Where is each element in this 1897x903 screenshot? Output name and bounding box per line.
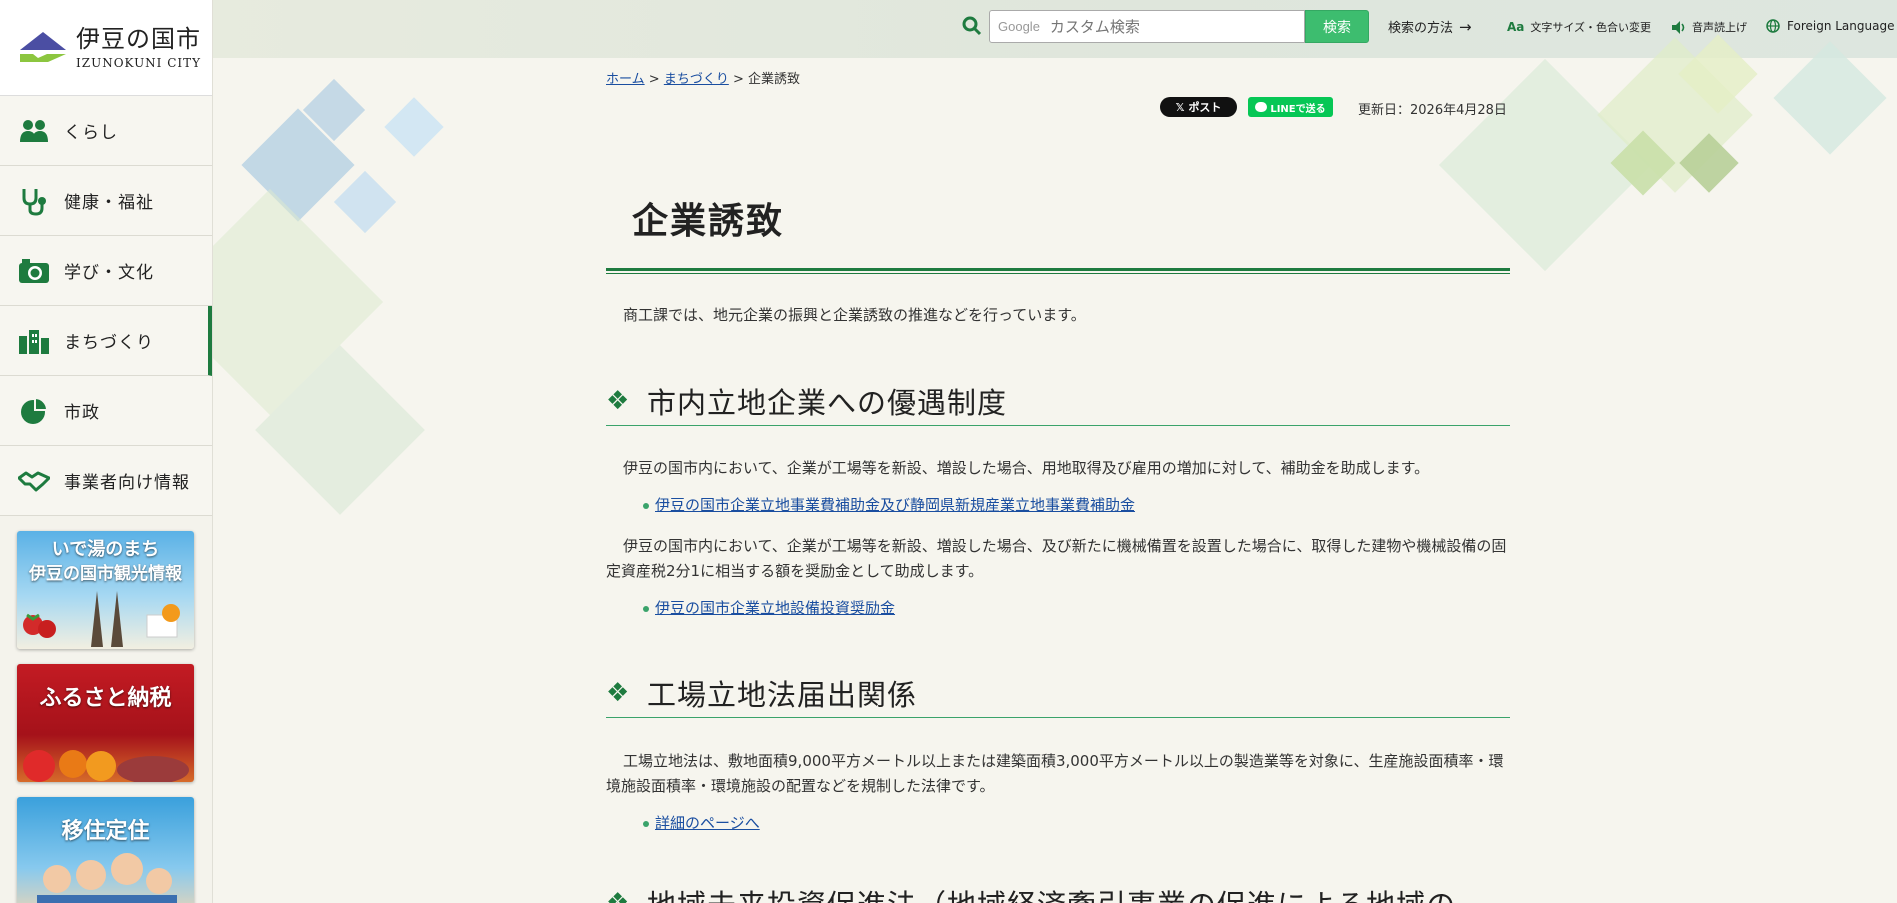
search-input[interactable] <box>1049 17 1290 36</box>
list-item: 伊豆の国市企業立地設備投資奨励金 <box>643 597 895 618</box>
breadcrumb-home-link[interactable]: ホーム <box>606 72 645 87</box>
intro-text: 商工課では、地元企業の振興と企業誘致の推進などを行っています。 <box>623 306 1086 324</box>
section-heading-text: 市内立地企業への優遇制度 <box>647 385 1008 420</box>
stethoscope-icon <box>18 185 50 217</box>
list-item: 詳細のページへ <box>643 812 760 833</box>
font-size-icon: Aa <box>1507 20 1525 34</box>
bullet-icon <box>643 605 649 612</box>
people-icon <box>18 115 50 147</box>
pie-chart-icon <box>18 395 50 427</box>
section-text: 伊豆の国市内において、企業が工場等を新設、増設した場合、及び新たに機械備置を設置… <box>606 537 1507 580</box>
breadcrumb-current: 企業誘致 <box>748 72 801 87</box>
sidebar-item-label: 健康・福祉 <box>64 193 154 213</box>
logo-title: 伊豆の国市 <box>76 24 201 53</box>
text-size-label: 文字サイズ・色合い変更 <box>1530 21 1652 34</box>
arrow-right-icon: → <box>1459 17 1472 36</box>
subsidy-link[interactable]: 伊豆の国市企業立地事業費補助金及び静岡県新規産業立地事業費補助金 <box>655 496 1135 514</box>
foreign-language-link[interactable]: Foreign Language <box>1766 19 1894 33</box>
speaker-icon <box>1672 20 1685 34</box>
breadcrumb-machidukuri-link[interactable]: まちづくり <box>664 72 729 87</box>
line-share-button[interactable]: LINEで送る <box>1248 97 1333 117</box>
diamond-bullet-icon: ❖ <box>606 888 630 903</box>
logo-subtitle: Izunokuni City <box>76 55 202 70</box>
read-aloud-link[interactable]: 音声読上げ <box>1671 19 1747 35</box>
orange-illustration <box>146 604 180 638</box>
sidebar: 伊豆の国市 Izunokuni City くらし 健康・福祉 学び・文化 まちづ… <box>0 0 213 903</box>
section-text: 伊豆の国市内において、企業が工場等を新設、増設した場合、用地取得及び雇用の増加に… <box>623 459 1430 477</box>
decorative-diamond <box>333 170 397 234</box>
furusato-tax-banner[interactable]: ふるさと納税 <box>17 664 194 782</box>
search-box[interactable]: Google <box>989 10 1305 43</box>
details-link[interactable]: 詳細のページへ <box>655 814 760 832</box>
search-button[interactable]: 検索 <box>1305 10 1369 43</box>
handshake-icon <box>18 465 50 497</box>
sidebar-item-label: くらし <box>64 123 118 143</box>
fruit-illustration <box>23 750 189 782</box>
diamond-bullet-icon: ❖ <box>606 385 630 416</box>
text-size-link[interactable]: Aa 文字サイズ・色合い変更 <box>1507 19 1651 35</box>
banner-line: 移住定住 <box>61 818 150 844</box>
tower-illustration <box>91 591 123 647</box>
breadcrumb-separator: > <box>648 72 660 87</box>
decorative-diamond <box>1773 41 1887 155</box>
sidebar-item-label: 市政 <box>64 403 100 423</box>
city-logo-icon <box>20 31 66 62</box>
search-help-label: 検索の方法 <box>1388 21 1454 36</box>
bullet-icon <box>643 820 649 827</box>
section-text: 工場立地法は、敷地面積9,000平方メートル以上または建築面積3,000平方メー… <box>606 752 1504 795</box>
x-share-label: ポスト <box>1188 101 1222 114</box>
sidebar-item-health[interactable]: 健康・福祉 <box>0 166 212 236</box>
sidebar-item-label: まちづくり <box>64 333 154 353</box>
breadcrumb-separator: > <box>732 72 744 87</box>
buildings-icon <box>18 325 50 357</box>
sidebar-item-label: 学び・文化 <box>64 263 154 283</box>
incentive-link[interactable]: 伊豆の国市企業立地設備投資奨励金 <box>655 599 895 617</box>
search-icon <box>962 16 982 36</box>
tourism-banner[interactable]: いで湯のまち 伊豆の国市観光情報 <box>17 531 194 649</box>
camera-icon <box>18 255 50 287</box>
family-illustration <box>37 853 177 903</box>
read-aloud-label: 音声読上げ <box>1692 21 1747 34</box>
bullet-icon <box>643 502 649 509</box>
strawberry-illustration <box>23 613 56 638</box>
section-heading: ❖ 地域未来投資促進法（地域経済牽引事業の促進による地域の <box>606 878 1510 903</box>
foreign-language-label: Foreign Language <box>1787 19 1895 33</box>
list-item: 伊豆の国市企業立地事業費補助金及び静岡県新規産業立地事業費補助金 <box>643 494 1135 515</box>
sidebar-item-business[interactable]: 事業者向け情報 <box>0 446 212 516</box>
migration-banner[interactable]: 移住定住 <box>17 797 194 903</box>
banner-line: ふるさと納税 <box>39 685 172 711</box>
section-heading: ❖ 市内立地企業への優遇制度 <box>606 376 1510 426</box>
sidebar-item-shisei[interactable]: 市政 <box>0 376 212 446</box>
globe-icon <box>1766 19 1780 33</box>
search-help-link[interactable]: 検索の方法 → <box>1388 17 1472 37</box>
x-share-button[interactable]: 𝕏 ポスト <box>1160 97 1237 117</box>
site-logo[interactable]: 伊豆の国市 Izunokuni City <box>0 0 212 96</box>
sidebar-item-machidukuri[interactable]: まちづくり <box>0 306 212 376</box>
search-provider-label: Google <box>998 19 1040 34</box>
diamond-bullet-icon: ❖ <box>606 677 630 708</box>
section-heading: ❖ 工場立地法届出関係 <box>606 668 1510 718</box>
title-divider <box>606 273 1510 274</box>
sidebar-item-culture[interactable]: 学び・文化 <box>0 236 212 306</box>
sidebar-item-label: 事業者向け情報 <box>64 473 190 493</box>
section-heading-text: 地域未来投資促進法（地域経済牽引事業の促進による地域の <box>647 882 1456 903</box>
line-share-label: LINEで送る <box>1270 103 1326 115</box>
section-heading-text: 工場立地法届出関係 <box>647 677 918 712</box>
breadcrumb: ホーム > まちづくり > 企業誘致 <box>606 68 800 87</box>
sidebar-item-kurashi[interactable]: くらし <box>0 96 212 166</box>
banner-line: いで湯のまち <box>51 539 160 560</box>
title-divider <box>606 268 1510 271</box>
banner-line: 伊豆の国市観光情報 <box>29 564 182 584</box>
line-logo-icon <box>1255 102 1268 112</box>
updated-date: 更新日：2026年4月28日 <box>1358 103 1507 118</box>
x-logo-icon: 𝕏 <box>1175 100 1185 114</box>
page-title: 企業誘致 <box>632 200 785 242</box>
decorative-diamond <box>384 97 444 157</box>
